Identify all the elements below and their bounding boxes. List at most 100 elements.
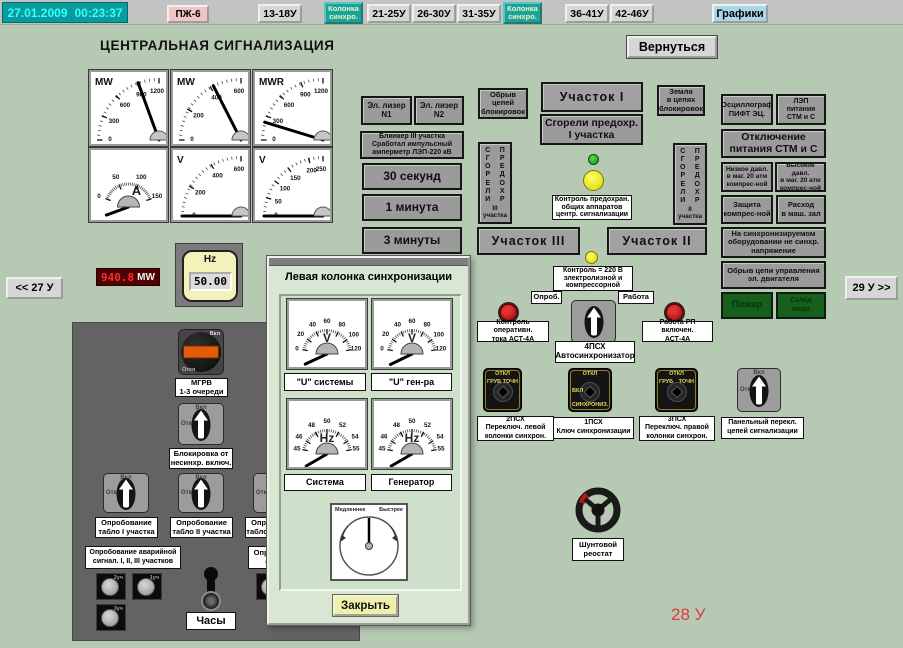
svg-text:0: 0 — [380, 345, 384, 352]
yellow-indicator-large — [583, 170, 604, 191]
speed-balance-dial[interactable]: Медленнее Быстрее — [330, 503, 408, 581]
mw-value: 940.8 — [101, 271, 134, 284]
switch-arrow-up-icon — [752, 376, 766, 405]
svg-text:V: V — [259, 155, 266, 166]
group-13-18u-button[interactable]: 13-18У — [258, 4, 302, 23]
svg-text:20: 20 — [297, 331, 305, 338]
psx2-selector-switch[interactable]: ОТКЛ ГРУБ ТОЧН — [483, 368, 522, 412]
low-pressure-tile: Низкое давл. в маг. 20 атм компрес-ной — [721, 162, 773, 192]
group-31-35u-button[interactable]: 31-35У — [457, 4, 501, 23]
timer-30s-button[interactable]: 30 секунд — [362, 163, 462, 190]
test-board-2-switch[interactable]: Вкл Отк — [178, 473, 224, 513]
toggle-base — [201, 591, 221, 611]
svg-text:50: 50 — [408, 418, 416, 425]
group-42-46u-button[interactable]: 42-46У — [610, 4, 654, 23]
svg-text:80: 80 — [423, 322, 431, 329]
page-title: ЦЕНТРАЛЬНАЯ СИГНАЛИЗАЦИЯ — [100, 38, 335, 53]
mgrv-label: МГРВ 1-3 очереди — [175, 378, 228, 397]
section-3-button[interactable]: Участок III — [477, 227, 580, 255]
meter-hz-system: 45464850525455Hz — [287, 399, 367, 469]
slower-label: Медленнее — [335, 507, 365, 513]
svg-text:46: 46 — [381, 434, 389, 441]
svg-text:50: 50 — [323, 418, 331, 425]
svg-text:600: 600 — [234, 166, 245, 173]
svg-text:46: 46 — [296, 434, 304, 441]
svg-text:250: 250 — [316, 166, 327, 173]
hz-value: 50.00 — [189, 272, 232, 291]
psx1-label: 1ПСХ Ключ синхронизации — [553, 417, 634, 439]
selector-off-label: ОТКЛ — [656, 371, 697, 377]
lamp-lens — [101, 578, 119, 596]
panel-signal-switch[interactable]: Вкл Отк — [737, 368, 781, 412]
section-2-button[interactable]: Участок II — [607, 227, 707, 255]
psx3-selector-switch[interactable]: ОТКЛ ГРУБ ТОЧН — [655, 368, 698, 412]
svg-text:Hz: Hz — [320, 431, 335, 445]
svg-text:Hz: Hz — [405, 431, 420, 445]
test-board-1-switch[interactable]: Вкл Отк — [103, 473, 149, 513]
shunt-rheostat-wheel[interactable] — [574, 486, 622, 534]
svg-text:0: 0 — [108, 136, 112, 143]
svg-text:50: 50 — [275, 198, 283, 205]
lamp-lens — [137, 578, 155, 596]
mgrv-rotary-knob[interactable]: Вкл Откл — [178, 329, 224, 375]
svg-text:60: 60 — [408, 318, 416, 325]
svg-text:0: 0 — [190, 136, 194, 143]
return-button[interactable]: Вернуться — [627, 36, 717, 58]
group-26-30u-button[interactable]: 26-30У — [412, 4, 456, 23]
sync-column-left-button[interactable]: Колонка синхро. — [324, 2, 363, 24]
psx1-sync-key-switch[interactable]: ОТКЛ ВКЛ СИНХРОНИЗ. — [568, 368, 612, 412]
svg-text:MW: MW — [95, 77, 113, 88]
switch-off-label: Отк — [256, 490, 267, 496]
green-indicator — [588, 154, 599, 165]
compressor-protection-tile: Защита компрес-ной — [721, 195, 773, 224]
work-mode-label: Работа — [618, 291, 654, 304]
close-dialog-button[interactable]: Закрыть — [333, 595, 398, 616]
rp-on-label: Работа РП включен. АСТ-4А — [642, 321, 713, 342]
lamp-button-1u[interactable]: 1уч — [132, 573, 162, 600]
operational-current-label: Контроль оперативн. тока АСТ-4А — [477, 321, 549, 342]
group-21-25u-button[interactable]: 21-25У — [367, 4, 411, 23]
sync-column-right-button[interactable]: Колонка синхро. — [503, 2, 542, 24]
lamp-button-3u[interactable]: 3уч — [96, 604, 126, 631]
faster-label: Быстрее — [379, 507, 403, 513]
svg-text:48: 48 — [393, 422, 401, 429]
meter-u-system: 020406080100120V — [287, 299, 367, 369]
svg-text:45: 45 — [378, 445, 386, 452]
svg-text:100: 100 — [433, 332, 444, 339]
prev-panel-button[interactable]: << 27 У — [6, 277, 63, 299]
graphs-button[interactable]: Графики — [712, 4, 768, 23]
selector-fine-label: ТОЧН — [679, 379, 694, 385]
autosync-label: 4ПСХ Автосинхронизатор — [555, 341, 635, 363]
next-panel-button[interactable]: 29 У >> — [845, 276, 898, 300]
meter-volt-2: 050100150200250V — [253, 148, 332, 222]
panel-number-label: 28 У — [671, 605, 705, 625]
timer-3min-button[interactable]: 3 минуты — [362, 227, 462, 254]
switch-arrow-up-icon — [194, 479, 208, 508]
knob-off-label: Откл — [182, 367, 195, 373]
pzh-6-button[interactable]: ПЖ-6 — [167, 5, 209, 23]
svg-text:1200: 1200 — [150, 88, 165, 95]
timer-1min-button[interactable]: 1 минута — [362, 194, 462, 221]
svg-text:V: V — [177, 155, 184, 166]
autosync-switch[interactable] — [571, 300, 616, 343]
svg-text:52: 52 — [339, 422, 347, 429]
selector-off-label: ОТКЛ — [569, 371, 611, 377]
svg-text:V: V — [323, 331, 331, 345]
lamp-button-2u[interactable]: 2уч — [96, 573, 126, 600]
blocking-switch[interactable]: Вкл Отк — [178, 403, 224, 445]
svg-text:200: 200 — [193, 113, 204, 120]
svg-text:55: 55 — [437, 445, 445, 452]
svg-text:20: 20 — [382, 331, 390, 338]
hz-panel: Hz 50.00 — [175, 243, 243, 307]
fuses-blown-3-tile: С Г О Р Е Л И П Р Е Д О Х Р III участка — [478, 142, 512, 224]
fuse-monitor-label: Контроль предохран. общих аппаратов цент… — [552, 195, 632, 220]
svg-text:120: 120 — [351, 345, 362, 352]
svg-text:MW: MW — [177, 77, 195, 88]
section-1-button[interactable]: Участок I — [541, 82, 643, 112]
svg-text:40: 40 — [394, 321, 402, 328]
svg-text:80: 80 — [338, 322, 346, 329]
group-36-41u-button[interactable]: 36-41У — [565, 4, 609, 23]
switch-off-label: Отк — [181, 490, 192, 496]
meter-mw-1: 03006009001200MW — [89, 70, 168, 146]
clock-toggle-switch[interactable] — [197, 569, 225, 611]
